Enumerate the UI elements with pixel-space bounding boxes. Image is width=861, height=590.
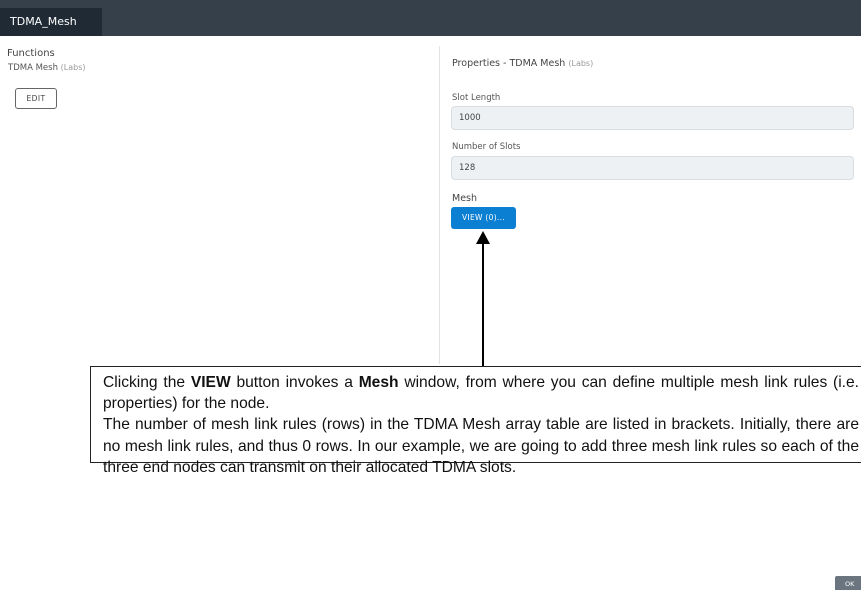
ok-button[interactable]: OK [835,576,861,590]
callout-arrow [476,231,490,366]
callout-arrow-head [476,231,490,244]
annotation-paragraph-1: Clicking the VIEW button invokes a Mesh … [103,372,859,414]
annotation-text: Clicking the [103,374,191,391]
annotation-box: Clicking the VIEW button invokes a Mesh … [90,366,861,476]
annotation-paragraph-2: The number of mesh link rules (rows) in … [103,416,859,476]
annotation-bold-view: VIEW [190,374,231,391]
annotation-text: button invokes a [230,374,359,391]
annotation-bold-mesh: Mesh [358,374,399,391]
